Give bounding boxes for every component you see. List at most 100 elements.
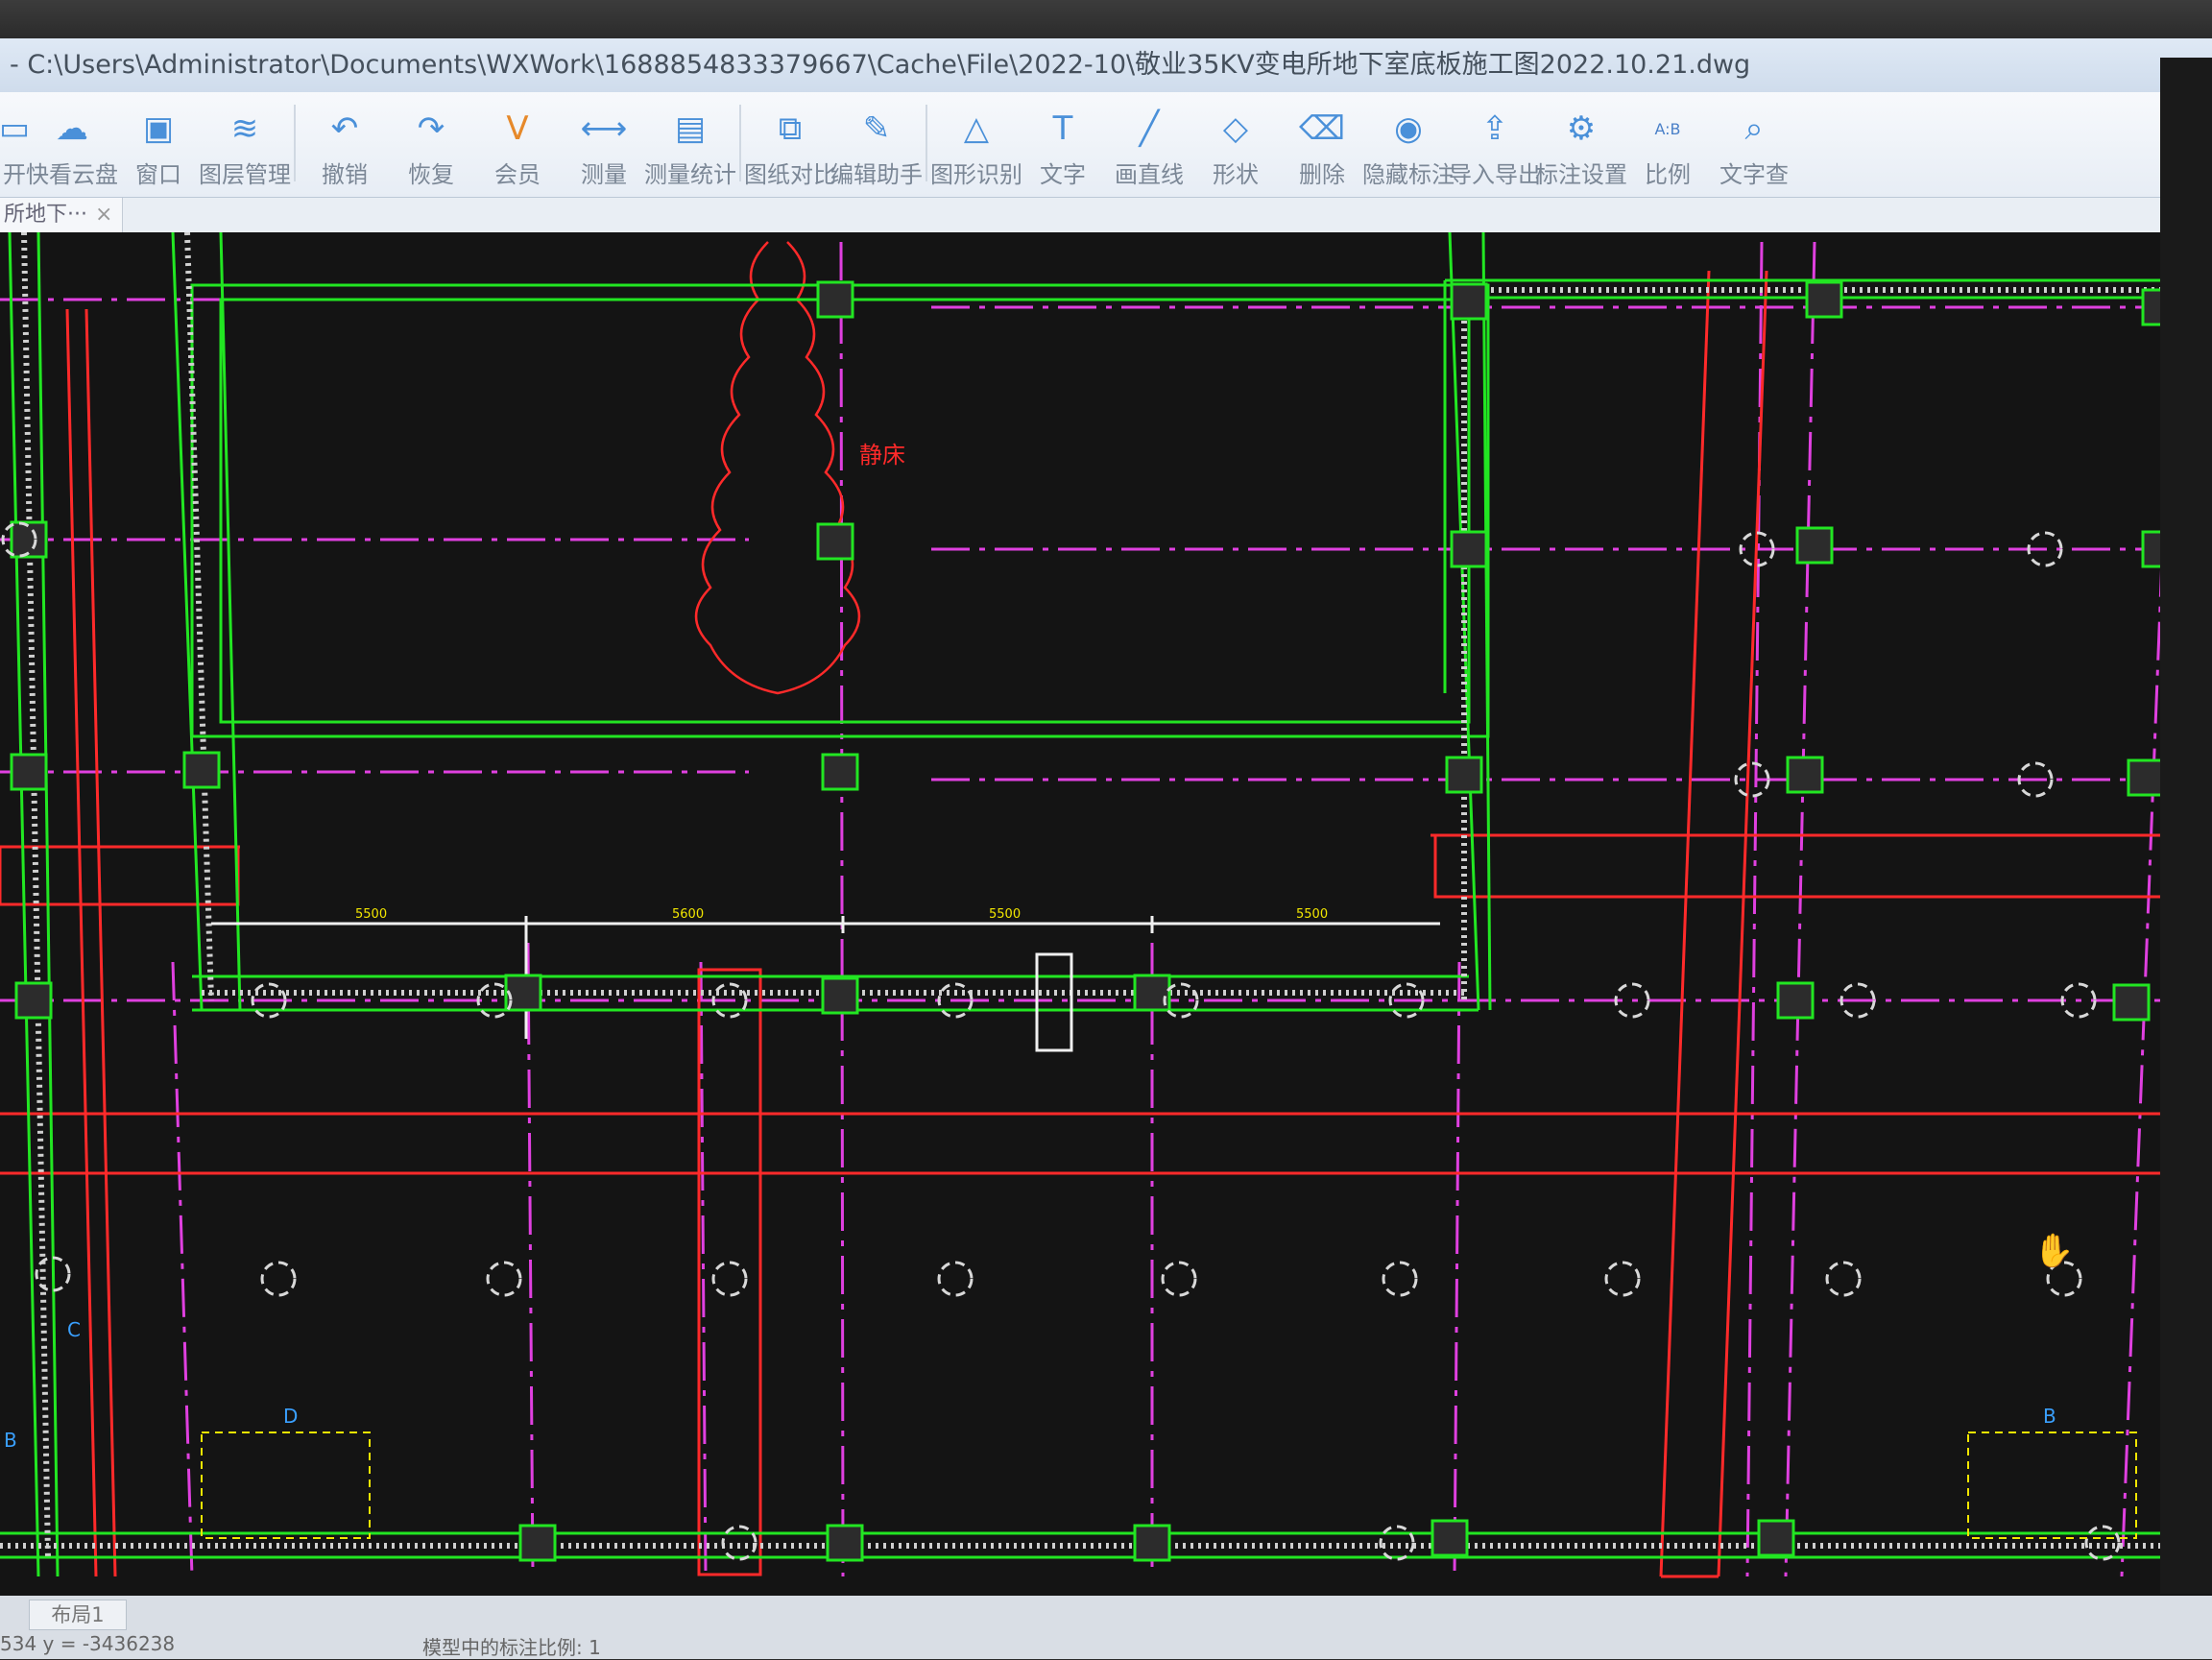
bezel-top (0, 0, 2212, 38)
column-marker (1445, 756, 1483, 794)
toolbar-button-5[interactable]: ↷ 恢复 (388, 97, 474, 189)
dim-label: 5500 (1296, 907, 1328, 922)
axis-letter: B (2043, 1405, 2056, 1428)
toolbar-button-7[interactable]: ⟷ 测量 (561, 97, 647, 189)
toolbar-button-15[interactable]: ⌫ 删除 (1279, 97, 1365, 189)
column-marker (10, 753, 48, 791)
toolbar-button-label: 图层管理 (199, 161, 291, 188)
toolbar-button-label: 标注设置 (1535, 161, 1627, 188)
column-marker (821, 753, 859, 791)
column-marker (14, 981, 53, 1020)
bezel-right (2160, 58, 2212, 1594)
toolbar-button-1[interactable]: ☁ 快看云盘 (26, 97, 118, 189)
toolbar-button-10[interactable]: ✎ 编辑助手 (830, 97, 923, 189)
toolbar-button-14[interactable]: ◇ 形状 (1192, 97, 1279, 189)
cad-edit-icon: ✎ (862, 109, 891, 148)
toolbar-button-label: 窗口 (135, 161, 181, 188)
axis-grid (0, 241, 2208, 1577)
vip-icon: V (506, 109, 529, 148)
column-markers (10, 280, 2179, 1562)
column-marker (10, 520, 48, 559)
document-tab[interactable]: 所地下··· × (0, 198, 123, 232)
coordinate-readout: 534 y = -3436238 (0, 1632, 176, 1655)
toolbar-button-label: 比例 (1645, 161, 1691, 188)
compare-icon: ⧉ (778, 109, 803, 148)
toolbar-button-9[interactable]: ⧉ 图纸对比 (744, 97, 836, 189)
column-marker (816, 522, 854, 561)
annotation-scale-text: 模型中的标注比例: 1 (422, 1636, 601, 1659)
text-icon: T (1052, 109, 1073, 148)
pile-marker (1161, 1261, 1197, 1297)
redo-icon: ↷ (417, 109, 445, 148)
toolbar-button-4[interactable]: ↶ 撤销 (301, 97, 388, 189)
toolbar-button-label: 隐藏标注 (1362, 161, 1455, 188)
toolbar-button-label: 文字查 (1719, 161, 1789, 188)
toolbar-button-17[interactable]: ⇪ 导入导出 (1449, 97, 1541, 189)
toolbar-button-6[interactable]: V 会员 (474, 97, 561, 189)
detail-callouts (201, 1431, 2137, 1539)
column-marker (1776, 981, 1815, 1020)
measure-stats-icon: ▤ (674, 109, 707, 148)
toolbar-button-13[interactable]: ╱ 画直线 (1106, 97, 1192, 189)
toolbar-button-18[interactable]: ⚙ 标注设置 (1535, 97, 1627, 189)
revision-cloud-label: 静床 (859, 442, 905, 469)
toolbar-button-label: 画直线 (1115, 161, 1184, 188)
axis-letter: D (283, 1405, 298, 1428)
toolbar-button-label: 图形识别 (930, 161, 1022, 188)
toolbar-button-label: 文字 (1040, 161, 1086, 188)
toolbar-button-20[interactable]: ⌕ 文字查 (1711, 97, 1797, 189)
toolbar-button-0[interactable]: ▭ 开 (0, 97, 30, 189)
document-tab-row: 所地下··· × (0, 198, 2212, 232)
column-marker (2112, 983, 2151, 1022)
pile-marker (1604, 1261, 1641, 1297)
toolbar-button-16[interactable]: ◉ 隐藏标注 (1362, 97, 1455, 189)
pile-markers (1, 521, 2121, 1561)
drawing-canvas[interactable]: 静床 5500 5600 5500 5500 C D B B ✋ (0, 232, 2212, 1596)
column-marker (182, 751, 221, 789)
column-marker (816, 280, 854, 319)
shape-icon: ◇ (1222, 109, 1249, 148)
toolbar-button-11[interactable]: △ 图形识别 (930, 97, 1022, 189)
column-marker (1450, 530, 1488, 568)
column-marker (826, 1524, 864, 1562)
toolbar-button-label: 导入导出 (1449, 161, 1541, 188)
cloud-icon: ☁ (56, 109, 88, 148)
column-marker (1450, 282, 1488, 321)
pile-marker (260, 1261, 297, 1297)
toolbar-button-label: 删除 (1299, 161, 1345, 188)
layers-icon: ≋ (230, 109, 259, 148)
toolbar-button-label: 会员 (494, 161, 541, 188)
column-marker (2127, 758, 2165, 797)
dim-label: 5500 (989, 907, 1021, 922)
annotation-settings-icon: ⚙ (1566, 109, 1597, 148)
column-marker (1805, 280, 1843, 319)
toolbar-button-2[interactable]: ▣ 窗口 (115, 97, 202, 189)
toolbar-button-label: 编辑助手 (830, 161, 923, 188)
close-icon[interactable]: × (95, 203, 112, 227)
toolbar-button-label: 图纸对比 (744, 161, 836, 188)
column-marker (1757, 1519, 1795, 1557)
pile-marker (937, 1261, 974, 1297)
toolbar-button-label: 快看云盘 (26, 161, 118, 188)
layout-tab[interactable]: 布局1 (29, 1600, 127, 1630)
undo-icon: ↶ (330, 109, 359, 148)
toolbar-button-19[interactable]: A:B 比例 (1624, 97, 1711, 189)
pile-marker (711, 1261, 748, 1297)
scale-icon: A:B (1654, 119, 1681, 138)
pile-marker (1382, 1261, 1418, 1297)
hand-cursor-icon: ✋ (2033, 1232, 2074, 1270)
toolbar-separator (926, 105, 927, 181)
toolbar-button-8[interactable]: ▤ 测量统计 (644, 97, 736, 189)
toolbar-button-label: 恢复 (408, 161, 454, 188)
ruler-icon: ⟷ (580, 109, 628, 148)
toolbar-button-12[interactable]: T 文字 (1020, 97, 1106, 189)
toolbar-button-3[interactable]: ≋ 图层管理 (199, 97, 291, 189)
line-icon: ╱ (1139, 109, 1160, 148)
pile-marker (1825, 1261, 1862, 1297)
toolbar-separator (294, 105, 296, 181)
pile-marker (486, 1261, 522, 1297)
column-marker (1795, 526, 1834, 565)
column-marker (518, 1524, 557, 1562)
axis-letter: B (4, 1429, 17, 1452)
eraser-icon: ⌫ (1298, 109, 1346, 148)
